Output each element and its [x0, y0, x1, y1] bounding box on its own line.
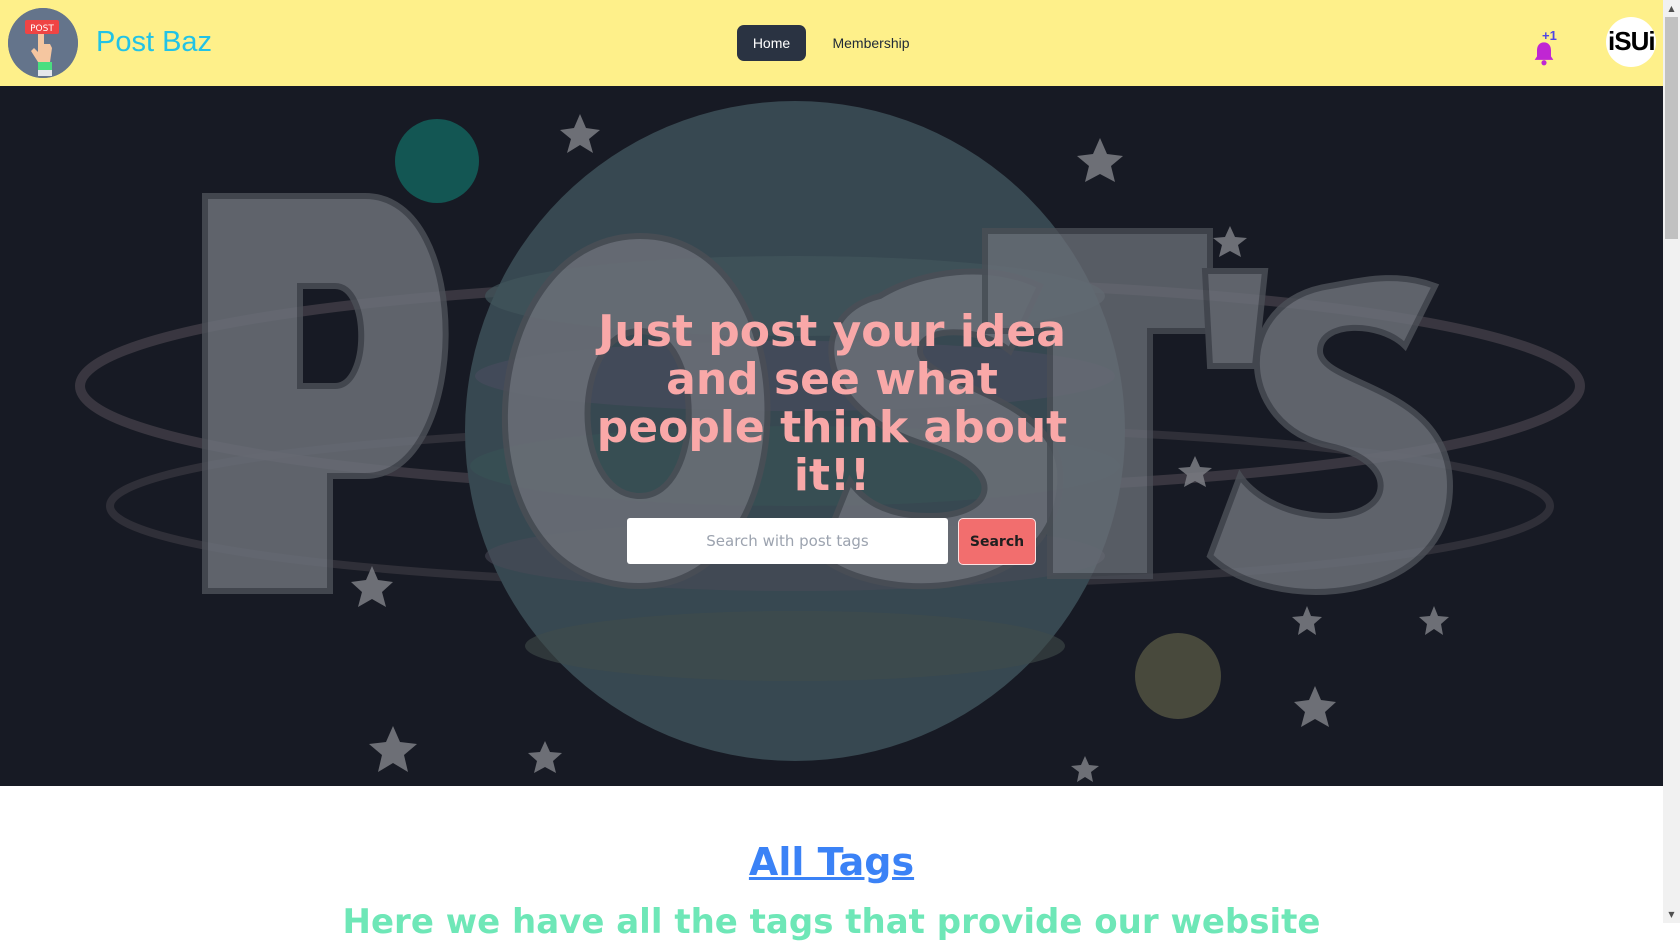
all-tags-heading[interactable]: All Tags [0, 840, 1663, 884]
scrollbar-thumb[interactable] [1665, 17, 1678, 239]
logo-hand-icon: POST [8, 8, 78, 78]
top-navbar: POST Post Baz Home Membership +1 iSUi [0, 0, 1663, 86]
all-tags-subtitle: Here we have all the tags that provide o… [342, 902, 1321, 942]
logo-sign-text: POST [30, 24, 54, 34]
logo[interactable]: POST [8, 8, 78, 78]
tag-search-input[interactable] [627, 518, 948, 564]
brand-name[interactable]: Post Baz [96, 22, 212, 62]
bell-icon [1534, 42, 1554, 66]
scroll-up-arrow-icon[interactable]: ▲ [1663, 0, 1680, 17]
user-avatar[interactable]: iSUi [1606, 17, 1656, 67]
scroll-down-arrow-icon[interactable]: ▼ [1663, 906, 1680, 923]
avatar-logo-text: iSUi [1608, 26, 1656, 56]
hero-section: Just post your idea and see what people … [0, 86, 1663, 786]
nav-membership[interactable]: Membership [820, 25, 922, 61]
search-button[interactable]: Search [958, 518, 1036, 565]
hero-headline: Just post your idea and see what people … [596, 306, 1068, 501]
page-scrollbar[interactable]: ▲ ▼ [1663, 0, 1680, 923]
nav-home[interactable]: Home [737, 25, 806, 61]
notification-button[interactable]: +1 [1530, 28, 1564, 68]
